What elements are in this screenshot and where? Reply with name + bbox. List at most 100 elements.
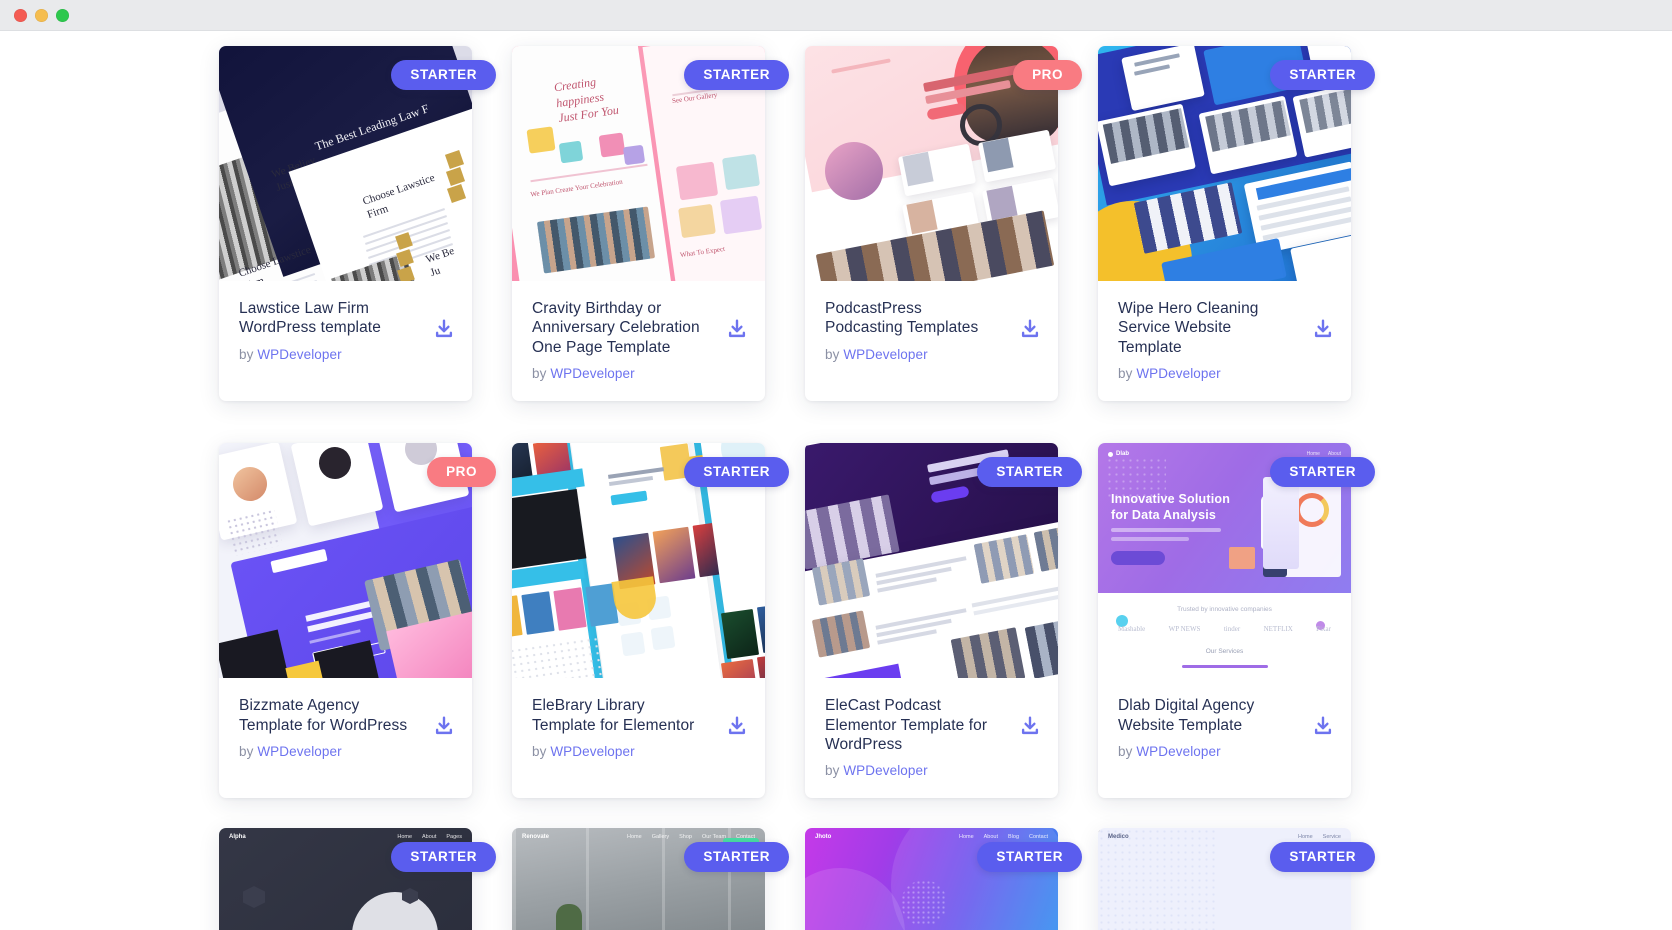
card-body: Lawstice Law Firm WordPress template by W…: [219, 281, 472, 384]
thumbnail-nav-link: Pages: [446, 834, 462, 840]
card-body: EleCast Podcast Elementor Template for W…: [805, 678, 1058, 798]
thumbnail-nav-link: Home: [1297, 834, 1313, 840]
card-body: PodcastPress Podcasting Templates by WPDe…: [805, 281, 1058, 384]
template-card[interactable]: STARTER EleBrary Library Template for Ele…: [512, 443, 789, 799]
thumbnail-nav-links: Home Gallery Shop Our Team Contact: [627, 834, 755, 840]
plan-badge-starter: STARTER: [977, 457, 1082, 488]
plan-badge-starter: STARTER: [684, 842, 789, 872]
template-card[interactable]: Dlab Home About Innovative Solution for Data…: [1098, 443, 1375, 799]
plan-badge-starter: STARTER: [1270, 60, 1375, 90]
card-author: by WPDeveloper: [825, 763, 1003, 778]
minimize-window-button[interactable]: [35, 8, 48, 22]
download-icon[interactable]: [726, 318, 748, 340]
card-title: EleCast Podcast Elementor Template for W…: [825, 697, 988, 753]
card-author: by WPDeveloper: [239, 744, 417, 759]
download-icon[interactable]: [1312, 318, 1334, 340]
thumbnail-brand: Medico: [1108, 834, 1129, 840]
close-window-button[interactable]: [14, 8, 27, 22]
plan-badge-starter: STARTER: [1270, 457, 1375, 488]
card-author-prefix: by: [239, 743, 254, 759]
card-title: Cravity Birthday or Anniversary Celebrat…: [532, 300, 700, 356]
template-card[interactable]: STARTER EleCast Podcast Elementor Templat…: [805, 443, 1082, 799]
plan-badge-starter: STARTER: [391, 842, 496, 872]
card-title: PodcastPress Podcasting Templates: [825, 300, 979, 337]
template-card[interactable]: MedicoHomeServiceWe Help You To Get Medi…: [1098, 828, 1375, 930]
card-author-link[interactable]: WPDeveloper: [1136, 366, 1220, 381]
download-icon[interactable]: [1019, 715, 1041, 737]
plan-badge-pro: PRO: [1013, 60, 1082, 90]
card-author-link[interactable]: WPDeveloper: [550, 744, 634, 759]
card-author: by WPDeveloper: [1118, 366, 1296, 381]
card-author-link[interactable]: WPDeveloper: [843, 763, 927, 778]
template-card[interactable]: PRO Bizzmate Agency Template for WordPres…: [219, 443, 496, 799]
thumbnail-nav-link: Service: [1322, 834, 1341, 840]
maximize-window-button[interactable]: [56, 8, 69, 22]
plan-badge-pro: PRO: [427, 457, 496, 488]
card-meta: EleBrary Library Template for Elementor b…: [532, 696, 710, 759]
card-author-link[interactable]: WPDeveloper: [843, 347, 927, 362]
template-library-viewport: The Best Leading Law FWe BelievJustice f…: [0, 31, 1672, 930]
template-card[interactable]: STARTER Wipe Hero Cleaning Service Websit…: [1098, 46, 1375, 402]
card-meta: Dlab Digital Agency Website Template by W…: [1118, 696, 1296, 759]
thumbnail-brand: Renovate: [522, 834, 550, 840]
card-title: EleBrary Library Template for Elementor: [532, 697, 695, 734]
card-author: by WPDeveloper: [1118, 744, 1296, 759]
plan-badge-starter: STARTER: [684, 457, 789, 488]
template-card[interactable]: RenovateHomeGalleryShopOur TeamContactwe…: [512, 828, 789, 930]
download-icon[interactable]: [433, 318, 455, 340]
thumbnail-nav-links: Home Service: [1298, 834, 1341, 840]
download-icon[interactable]: [726, 715, 748, 737]
card-author-link[interactable]: WPDeveloper: [257, 347, 341, 362]
card-body: EleBrary Library Template for Elementor b…: [512, 678, 765, 781]
card-author: by WPDeveloper: [532, 366, 710, 381]
plan-badge-starter: STARTER: [977, 842, 1082, 872]
thumbnail-nav-link: Contact: [1029, 834, 1048, 840]
card-author-prefix: by: [825, 346, 840, 362]
card-body: Dlab Digital Agency Website Template by W…: [1098, 678, 1351, 781]
card-author-link[interactable]: WPDeveloper: [550, 366, 634, 381]
download-icon[interactable]: [1312, 715, 1334, 737]
plan-badge-starter: STARTER: [684, 60, 789, 90]
card-author: by WPDeveloper: [532, 744, 710, 759]
plan-badge-starter: STARTER: [1270, 842, 1375, 872]
card-title: Dlab Digital Agency Website Template: [1118, 697, 1255, 734]
card-title: Wipe Hero Cleaning Service Website Templ…: [1118, 300, 1259, 356]
plan-badge-starter: STARTER: [391, 60, 496, 90]
card-author-prefix: by: [825, 763, 840, 779]
thumbnail-nav-link: Contact: [736, 834, 755, 840]
card-title: Lawstice Law Firm WordPress template: [239, 300, 381, 337]
template-card[interactable]: Alpha Home About Pages STARTER: [219, 828, 496, 930]
card-author-prefix: by: [1118, 743, 1133, 759]
card-author-prefix: by: [532, 366, 547, 382]
template-card[interactable]: PRO PodcastPress Podcasting Templates by W…: [805, 46, 1082, 402]
thumbnail-nav-link: About: [422, 834, 437, 840]
thumbnail-nav-link: Home: [958, 834, 974, 840]
card-author-link[interactable]: WPDeveloper: [257, 744, 341, 759]
template-card[interactable]: JhotoHomeAboutBlogContactLeading Digital…: [805, 828, 1082, 930]
card-author: by WPDeveloper: [239, 347, 417, 362]
thumbnail-brand: Jhoto: [815, 834, 832, 840]
card-meta: Cravity Birthday or Anniversary Celebrat…: [532, 299, 710, 381]
card-meta: PodcastPress Podcasting Templates by WPDe…: [825, 299, 1003, 362]
card-meta: EleCast Podcast Elementor Template for W…: [825, 696, 1003, 778]
thumbnail-nav-link: Home: [627, 834, 642, 840]
window-title-bar: [0, 0, 1672, 31]
card-author: by WPDeveloper: [825, 347, 1003, 362]
thumbnail-nav-link: Shop: [679, 834, 692, 840]
download-icon[interactable]: [433, 715, 455, 737]
card-body: Wipe Hero Cleaning Service Website Templ…: [1098, 281, 1351, 401]
card-author-prefix: by: [532, 743, 547, 759]
card-meta: Bizzmate Agency Template for WordPress by…: [239, 696, 417, 759]
card-body: Cravity Birthday or Anniversary Celebrat…: [512, 281, 765, 401]
thumbnail-nav-links: Home About Blog Contact: [959, 834, 1048, 840]
template-card[interactable]: Creating happiness Just For You We Plan Cre…: [512, 46, 789, 402]
card-meta: Lawstice Law Firm WordPress template by W…: [239, 299, 417, 362]
template-card[interactable]: The Best Leading Law FWe BelievJustice f…: [219, 46, 496, 402]
card-author-prefix: by: [1118, 366, 1133, 382]
card-body: Bizzmate Agency Template for WordPress by…: [219, 678, 472, 781]
download-icon[interactable]: [1019, 318, 1041, 340]
card-author-link[interactable]: WPDeveloper: [1136, 744, 1220, 759]
card-meta: Wipe Hero Cleaning Service Website Templ…: [1118, 299, 1296, 381]
thumbnail-nav-link: Blog: [1008, 834, 1020, 840]
thumbnail-nav-link: Our Team: [701, 834, 727, 840]
